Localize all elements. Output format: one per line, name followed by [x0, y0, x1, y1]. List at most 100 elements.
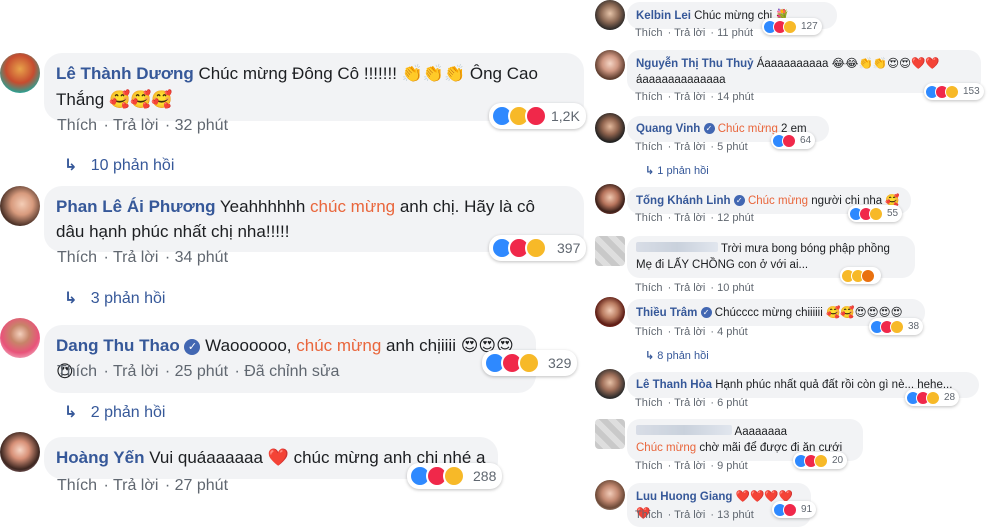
- highlighted-keyword: Chúc mừng: [636, 442, 697, 454]
- view-replies-link[interactable]: ↳ 2 phản hồi: [64, 402, 165, 422]
- avatar[interactable]: [595, 50, 625, 80]
- reply-link[interactable]: Trả lời: [674, 212, 705, 224]
- like-link[interactable]: Thích: [635, 460, 663, 472]
- like-link[interactable]: Thích: [635, 509, 663, 521]
- reaction-summary[interactable]: 329: [482, 350, 578, 376]
- avatar[interactable]: [595, 480, 625, 510]
- haha-reaction-icon: [525, 237, 547, 259]
- like-link[interactable]: Thích: [635, 91, 663, 103]
- comment-time[interactable]: 13 phút: [717, 509, 754, 521]
- reaction-summary[interactable]: 20: [793, 452, 848, 469]
- comment-time[interactable]: 9 phút: [717, 460, 748, 472]
- reaction-summary[interactable]: 127: [762, 18, 822, 35]
- avatar[interactable]: [0, 318, 40, 358]
- reaction-summary[interactable]: 55: [848, 205, 903, 222]
- comment-time[interactable]: 27 phút: [175, 477, 228, 494]
- avatar[interactable]: [595, 113, 625, 143]
- commenter-name[interactable]: Dang Thu Thao: [56, 336, 180, 355]
- reply-link[interactable]: Trả lời: [674, 460, 705, 472]
- reply-link[interactable]: Trả lời: [113, 117, 158, 134]
- commenter-name[interactable]: Kelbin Lei: [636, 10, 691, 22]
- reaction-summary[interactable]: 38: [869, 318, 924, 335]
- like-link[interactable]: Thích: [635, 212, 663, 224]
- reaction-summary[interactable]: 91: [772, 501, 817, 518]
- comment-time[interactable]: 14 phút: [717, 91, 754, 103]
- comment-text: Áaaaaaaaaaa: [753, 58, 832, 70]
- reaction-count: 1,2K: [551, 108, 580, 124]
- comment-time[interactable]: 10 phút: [717, 282, 754, 294]
- reply-link[interactable]: Trả lời: [674, 326, 705, 338]
- replies-count: 2 phản hồi: [90, 404, 166, 421]
- like-link[interactable]: Thích: [57, 363, 97, 380]
- comment-time[interactable]: 12 phút: [717, 212, 754, 224]
- view-replies-link[interactable]: ↳ 1 phản hồi: [645, 164, 709, 177]
- avatar[interactable]: [595, 297, 625, 327]
- avatar[interactable]: [0, 432, 40, 472]
- reply-link[interactable]: Trả lời: [674, 91, 705, 103]
- love-reaction-icon: [782, 133, 796, 148]
- commenter-name[interactable]: Quang Vinh: [636, 123, 700, 135]
- comment-time[interactable]: 34 phút: [175, 249, 228, 266]
- view-replies-link[interactable]: ↳ 3 phản hồi: [64, 288, 165, 308]
- reply-link[interactable]: Trả lời: [674, 282, 705, 294]
- reply-link[interactable]: Trả lời: [113, 249, 158, 266]
- like-link[interactable]: Thích: [635, 141, 663, 153]
- reply-link[interactable]: Trả lời: [113, 477, 158, 494]
- comment-actions: Thích · Trả lời · 9 phút: [635, 460, 748, 472]
- haha-reaction-icon: [890, 319, 904, 334]
- reply-link[interactable]: Trả lời: [674, 509, 705, 521]
- avatar[interactable]: [595, 419, 625, 449]
- commenter-name[interactable]: Phan Lê Ái Phương: [56, 197, 215, 216]
- comment-time[interactable]: 32 phút: [175, 117, 228, 134]
- like-link[interactable]: Thích: [635, 282, 663, 294]
- comment-text: anh chịiiii: [381, 336, 461, 355]
- avatar[interactable]: [0, 186, 40, 226]
- view-replies-link[interactable]: ↳ 10 phản hồi: [64, 155, 174, 175]
- reaction-summary[interactable]: 397: [489, 235, 587, 261]
- wow-reaction-icon: [926, 390, 940, 405]
- commenter-name[interactable]: Tống Khánh Linh: [636, 195, 731, 207]
- avatar[interactable]: [595, 0, 625, 30]
- replies-count: 1 phản hồi: [657, 165, 709, 177]
- like-link[interactable]: Thích: [635, 397, 663, 409]
- like-link[interactable]: Thích: [57, 117, 97, 134]
- reply-link[interactable]: Trả lời: [674, 397, 705, 409]
- avatar[interactable]: [595, 236, 625, 266]
- reaction-count: 28: [944, 392, 956, 403]
- commenter-name[interactable]: Hoàng Yến: [56, 448, 144, 467]
- view-replies-link[interactable]: ↳ 8 phản hồi: [645, 349, 709, 362]
- comment-time[interactable]: 6 phút: [717, 397, 748, 409]
- haha-reaction-icon: [518, 352, 540, 374]
- reaction-summary[interactable]: 1,2K: [489, 103, 586, 129]
- commenter-name[interactable]: Lê Thành Dương: [56, 64, 194, 83]
- reaction-summary[interactable]: 28: [905, 389, 960, 406]
- comment-time[interactable]: 5 phút: [717, 141, 748, 153]
- reaction-summary[interactable]: 64: [771, 132, 816, 149]
- reaction-summary[interactable]: 153: [924, 83, 984, 100]
- commenter-name[interactable]: Nguyễn Thị Thu Thuỷ: [636, 58, 754, 70]
- comment-time[interactable]: 4 phút: [717, 326, 748, 338]
- highlighted-keyword: Chúc mừng: [717, 123, 778, 135]
- reaction-summary[interactable]: 288: [407, 463, 503, 489]
- like-link[interactable]: Thích: [635, 27, 663, 39]
- like-link[interactable]: Thích: [57, 477, 97, 494]
- verified-badge-icon: ✓: [184, 338, 201, 355]
- commenter-name[interactable]: Lê Thanh Hòa: [636, 379, 712, 391]
- reply-link[interactable]: Trả lời: [674, 27, 705, 39]
- reaction-count: 91: [801, 504, 813, 515]
- commenter-name[interactable]: Luu Huong Giang: [636, 491, 732, 503]
- avatar[interactable]: [595, 184, 625, 214]
- comment-time[interactable]: 25 phút: [175, 363, 228, 380]
- reply-link[interactable]: Trả lời: [113, 363, 158, 380]
- like-link[interactable]: Thích: [57, 249, 97, 266]
- comment-actions: Thích · Trả lời · 10 phút: [635, 282, 754, 294]
- reply-link[interactable]: Trả lời: [674, 141, 705, 153]
- commenter-name[interactable]: Thiều Trâm: [636, 307, 697, 319]
- comment-text: Chúc mừng Đông Cô !!!!!!!: [198, 64, 402, 83]
- comment-time[interactable]: 11 phút: [717, 27, 753, 39]
- avatar[interactable]: [595, 369, 625, 399]
- like-link[interactable]: Thích: [635, 326, 663, 338]
- reaction-count: 127: [801, 21, 818, 32]
- avatar[interactable]: [0, 53, 40, 93]
- reaction-summary[interactable]: [840, 267, 881, 284]
